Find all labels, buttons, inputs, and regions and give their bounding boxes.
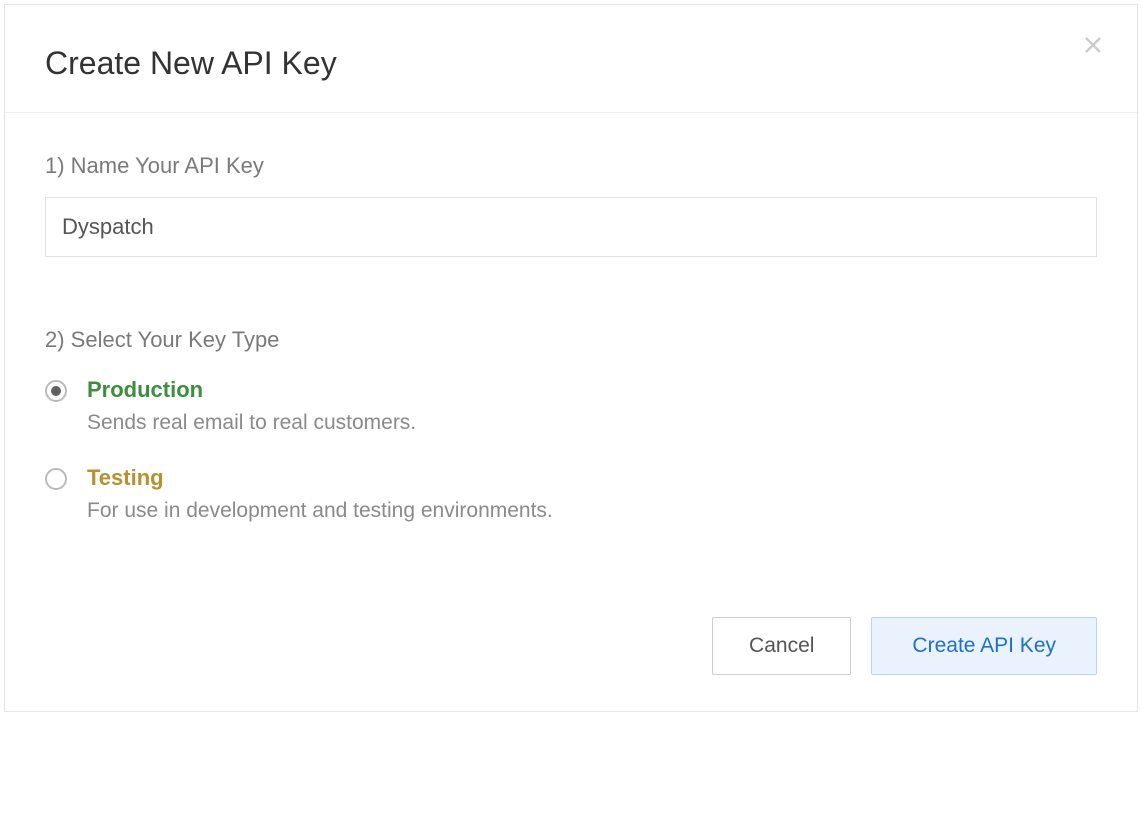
radio-desc-testing: For use in development and testing envir… xyxy=(87,499,1097,523)
close-icon[interactable] xyxy=(1081,33,1105,57)
modal-title: Create New API Key xyxy=(45,45,1097,82)
radio-item-production[interactable]: Production Sends real email to real cust… xyxy=(45,377,1097,435)
name-key-label: 1) Name Your API Key xyxy=(45,153,1097,179)
create-api-key-modal: Create New API Key 1) Name Your API Key … xyxy=(4,4,1138,712)
radio-title-production: Production xyxy=(87,377,1097,403)
key-type-radio-group: Production Sends real email to real cust… xyxy=(45,377,1097,523)
modal-header: Create New API Key xyxy=(5,5,1137,113)
radio-title-testing: Testing xyxy=(87,465,1097,491)
modal-body: 1) Name Your API Key 2) Select Your Key … xyxy=(5,113,1137,593)
radio-control-testing[interactable] xyxy=(45,468,67,490)
radio-item-testing[interactable]: Testing For use in development and testi… xyxy=(45,465,1097,523)
create-api-key-button[interactable]: Create API Key xyxy=(871,617,1097,675)
select-type-label: 2) Select Your Key Type xyxy=(45,327,1097,353)
radio-desc-production: Sends real email to real customers. xyxy=(87,411,1097,435)
modal-footer: Cancel Create API Key xyxy=(5,593,1137,711)
step-name-key: 1) Name Your API Key xyxy=(45,153,1097,257)
radio-control-production[interactable] xyxy=(45,380,67,402)
step-select-type: 2) Select Your Key Type Production Sends… xyxy=(45,327,1097,523)
api-key-name-input[interactable] xyxy=(45,197,1097,257)
cancel-button[interactable]: Cancel xyxy=(712,617,851,675)
